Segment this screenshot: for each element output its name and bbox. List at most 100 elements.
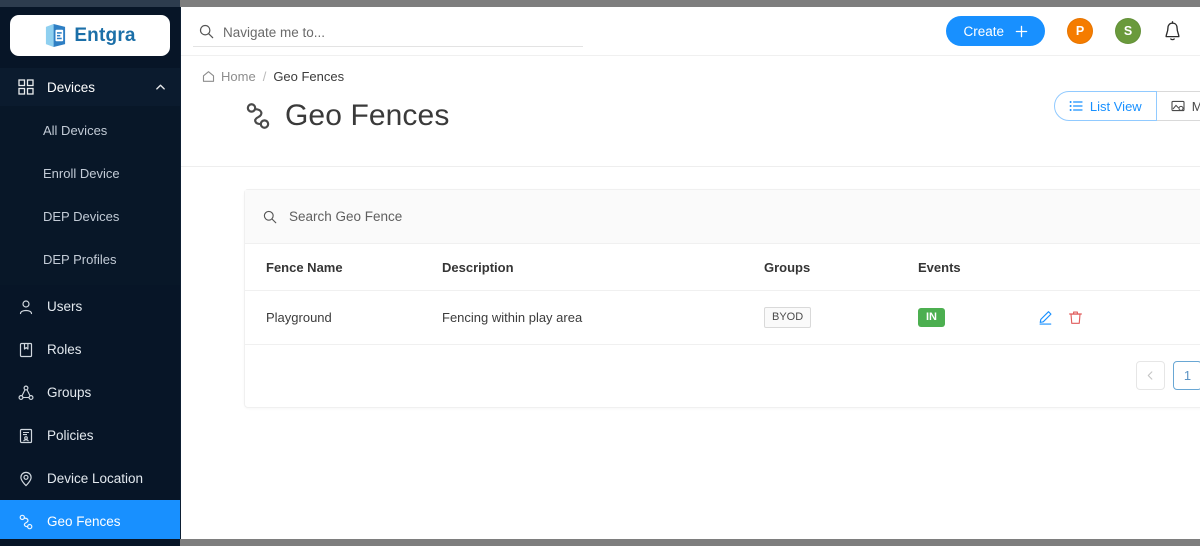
sidebar-item-device-location[interactable]: Device Location xyxy=(0,457,180,500)
sidebar-item-dep-devices[interactable]: DEP Devices xyxy=(0,195,180,238)
sidebar-item-policies[interactable]: Policies xyxy=(0,414,180,457)
top-bar-actions: Create P S xyxy=(946,16,1192,46)
geo-fence-table: Fence Name Description Groups Events Pla… xyxy=(245,244,1200,345)
pagination-prev[interactable] xyxy=(1136,361,1165,390)
sidebar-group-devices[interactable]: Devices xyxy=(0,68,180,106)
row-actions xyxy=(1038,310,1200,325)
brand-name: Entgra xyxy=(74,25,135,47)
user-icon xyxy=(18,299,34,315)
sidebar-item-users[interactable]: Users xyxy=(0,285,180,328)
table-head: Fence Name Description Groups Events xyxy=(245,244,1200,291)
delete-fence-button[interactable] xyxy=(1068,310,1083,325)
sidebar-item-device-location-label: Device Location xyxy=(47,471,143,486)
global-search[interactable] xyxy=(193,16,583,47)
breadcrumb-home-label: Home xyxy=(221,69,256,84)
avatar-p[interactable]: P xyxy=(1067,18,1093,44)
create-button-label: Create xyxy=(963,24,1004,39)
column-header-actions xyxy=(1038,244,1200,291)
page-header: Home / Geo Fences Geo Fences xyxy=(181,55,1200,167)
pagination: 1 xyxy=(245,345,1200,407)
cell-fence-name: Playground xyxy=(245,291,442,345)
search-icon xyxy=(199,24,214,39)
entgra-cube-logo-icon xyxy=(44,23,67,48)
geo-fence-icon xyxy=(18,514,34,530)
brand-logo[interactable]: Entgra xyxy=(10,15,170,56)
group-icon xyxy=(18,385,34,401)
sidebar-group-devices-label: Devices xyxy=(47,80,155,95)
map-icon xyxy=(1171,99,1185,113)
breadcrumb-separator: / xyxy=(263,69,267,84)
fence-search-input[interactable] xyxy=(289,209,789,224)
page-title-row: Geo Fences xyxy=(181,99,1200,133)
event-badge-in: IN xyxy=(918,308,945,327)
cell-actions xyxy=(1038,291,1200,345)
breadcrumb-current: Geo Fences xyxy=(273,69,344,84)
sidebar-subnav-devices: All Devices Enroll Device DEP Devices DE… xyxy=(0,106,180,285)
sidebar-item-dep-profiles[interactable]: DEP Profiles xyxy=(0,238,180,281)
cell-description: Fencing within play area xyxy=(442,291,764,345)
view-toggle-map[interactable]: Map xyxy=(1157,91,1200,121)
content-area: Fence Name Description Groups Events Pla… xyxy=(181,167,1200,408)
window-bottom-strip-dark-cap xyxy=(0,539,180,546)
global-search-input[interactable] xyxy=(223,25,553,41)
sidebar-item-all-devices[interactable]: All Devices xyxy=(0,109,180,152)
avatar-s[interactable]: S xyxy=(1115,18,1141,44)
book-icon xyxy=(18,342,34,358)
sidebar-item-users-label: Users xyxy=(47,299,82,314)
view-toggle-map-label: Map xyxy=(1192,99,1200,114)
view-toggle-list-view-label: List View xyxy=(1090,99,1142,114)
breadcrumb: Home / Geo Fences xyxy=(181,69,1200,84)
bell-icon[interactable] xyxy=(1163,21,1182,42)
sidebar-item-roles-label: Roles xyxy=(47,342,82,357)
sidebar-item-dep-devices-label: DEP Devices xyxy=(43,209,119,224)
sidebar-item-groups-label: Groups xyxy=(47,385,91,400)
main-area: Create P S xyxy=(181,7,1200,539)
search-icon xyxy=(263,210,277,224)
column-header-description[interactable]: Description xyxy=(442,244,764,291)
sidebar-item-policies-label: Policies xyxy=(47,428,94,443)
chevron-up-icon xyxy=(155,82,166,93)
window-top-strip xyxy=(0,0,1200,7)
sidebar-item-geo-fences-label: Geo Fences xyxy=(47,514,121,529)
geo-fence-icon xyxy=(244,102,272,130)
view-toggle-list-view[interactable]: List View xyxy=(1054,91,1157,121)
avatar-s-initial: S xyxy=(1124,24,1132,38)
grid-icon xyxy=(18,79,34,95)
location-pin-icon xyxy=(18,471,34,487)
column-header-groups[interactable]: Groups xyxy=(764,244,918,291)
window-top-strip-dark-cap xyxy=(0,0,180,7)
list-icon xyxy=(1069,99,1083,113)
column-header-events[interactable]: Events xyxy=(918,244,1038,291)
sidebar-nav: Devices All Devices Enroll Device DEP De… xyxy=(0,68,180,543)
trash-icon xyxy=(1068,310,1083,325)
sidebar-item-geo-fences[interactable]: Geo Fences xyxy=(0,500,180,543)
column-header-fence-name[interactable]: Fence Name xyxy=(245,244,442,291)
window-bottom-scrollbar[interactable] xyxy=(0,539,1200,546)
edit-fence-button[interactable] xyxy=(1038,310,1053,325)
group-tag-byod: BYOD xyxy=(764,307,811,328)
page-title: Geo Fences xyxy=(285,99,449,133)
view-toggle: List View Map xyxy=(1054,91,1200,121)
geo-fence-card: Fence Name Description Groups Events Pla… xyxy=(244,189,1200,408)
plus-icon xyxy=(1015,25,1028,38)
sidebar-item-groups[interactable]: Groups xyxy=(0,371,180,414)
table-header-row: Fence Name Description Groups Events xyxy=(245,244,1200,291)
sidebar-item-enroll-device-label: Enroll Device xyxy=(43,166,120,181)
table-body: Playground Fencing within play area BYOD… xyxy=(245,291,1200,345)
home-icon xyxy=(202,70,215,83)
pencil-icon xyxy=(1038,310,1053,325)
avatar-p-initial: P xyxy=(1076,24,1084,38)
fence-search[interactable] xyxy=(245,190,1200,244)
cell-groups: BYOD xyxy=(764,291,918,345)
create-button[interactable]: Create xyxy=(946,16,1045,46)
pagination-page-1-label: 1 xyxy=(1184,368,1191,383)
sidebar: Entgra Devices All Devices xyxy=(0,7,181,539)
chevron-left-icon xyxy=(1146,371,1155,380)
sidebar-item-enroll-device[interactable]: Enroll Device xyxy=(0,152,180,195)
policy-icon xyxy=(18,428,34,444)
sidebar-item-roles[interactable]: Roles xyxy=(0,328,180,371)
breadcrumb-home[interactable]: Home xyxy=(202,69,256,84)
sidebar-item-dep-profiles-label: DEP Profiles xyxy=(43,252,116,267)
pagination-page-1[interactable]: 1 xyxy=(1173,361,1200,390)
table-row[interactable]: Playground Fencing within play area BYOD… xyxy=(245,291,1200,345)
